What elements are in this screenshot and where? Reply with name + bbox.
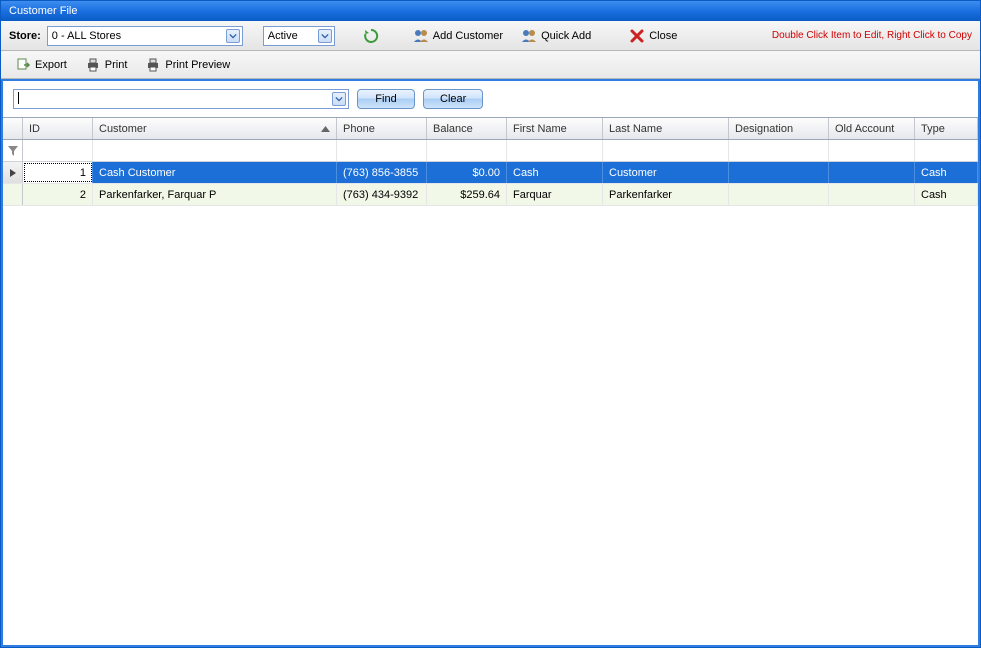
col-header-customer[interactable]: Customer [93, 118, 337, 139]
table-row[interactable]: 2 Parkenfarker, Farquar P (763) 434-9392… [3, 184, 978, 206]
chevron-down-icon [332, 92, 346, 106]
store-combo-value: 0 - ALL Stores [52, 30, 121, 42]
filter-old-account[interactable] [829, 140, 915, 161]
clear-button[interactable]: Clear [423, 89, 483, 109]
col-header-customer-label: Customer [99, 123, 147, 135]
add-customer-button[interactable]: Add Customer [407, 25, 509, 47]
print-button[interactable]: Print [79, 54, 134, 76]
titlebar: Customer File [1, 1, 980, 21]
col-header-old-account[interactable]: Old Account [829, 118, 915, 139]
cell-balance: $0.00 [427, 162, 507, 183]
col-header-type[interactable]: Type [915, 118, 978, 139]
grid-header-row: ID Customer Phone Balance First Name Las… [3, 118, 978, 140]
close-button[interactable]: Close [623, 25, 683, 47]
row-indicator [3, 184, 23, 205]
chevron-down-icon [318, 29, 332, 43]
grid-filter-row [3, 140, 978, 162]
cell-old-account [829, 184, 915, 205]
hint-text: Double Click Item to Edit, Right Click t… [772, 30, 972, 41]
cell-first-name: Cash [507, 162, 603, 183]
filter-last-name[interactable] [603, 140, 729, 161]
print-preview-label: Print Preview [165, 59, 230, 71]
store-label: Store: [9, 30, 41, 42]
col-header-first-name[interactable]: First Name [507, 118, 603, 139]
refresh-icon [363, 28, 379, 44]
col-header-designation[interactable]: Designation [729, 118, 829, 139]
export-toolbar: Export Print Print Preview [1, 51, 980, 79]
chevron-down-icon [226, 29, 240, 43]
status-combo[interactable]: Active [263, 26, 335, 46]
print-label: Print [105, 59, 128, 71]
cell-customer: Cash Customer [93, 162, 337, 183]
cell-last-name: Parkenfarker [603, 184, 729, 205]
col-header-last-name[interactable]: Last Name [603, 118, 729, 139]
row-indicator-icon [3, 162, 23, 183]
cell-type: Cash [915, 162, 978, 183]
export-label: Export [35, 59, 67, 71]
people-icon [521, 28, 537, 44]
sort-ascending-icon [321, 123, 330, 135]
window-title: Customer File [9, 5, 77, 17]
filter-icon[interactable] [3, 140, 23, 161]
printer-icon [85, 57, 101, 73]
filter-id[interactable] [23, 140, 93, 161]
cell-designation [729, 184, 829, 205]
cell-type: Cash [915, 184, 978, 205]
filter-balance[interactable] [427, 140, 507, 161]
store-combo[interactable]: 0 - ALL Stores [47, 26, 243, 46]
filter-customer[interactable] [93, 140, 337, 161]
content-panel: Find Clear ID Customer Phone Balance Fir… [1, 79, 980, 647]
cell-first-name: Farquar [507, 184, 603, 205]
table-row[interactable]: 1 Cash Customer (763) 856-3855 $0.00 Cas… [3, 162, 978, 184]
quick-add-label: Quick Add [541, 30, 591, 42]
cell-id: 1 [23, 162, 93, 183]
refresh-button[interactable] [357, 25, 385, 47]
search-combo[interactable] [13, 89, 349, 109]
cell-balance: $259.64 [427, 184, 507, 205]
cell-id: 2 [23, 184, 93, 205]
main-toolbar: Store: 0 - ALL Stores Active Add Custome [1, 21, 980, 51]
export-icon [15, 57, 31, 73]
grid-body: 1 Cash Customer (763) 856-3855 $0.00 Cas… [3, 162, 978, 206]
close-icon [629, 28, 645, 44]
cell-old-account [829, 162, 915, 183]
col-header-balance[interactable]: Balance [427, 118, 507, 139]
quick-add-button[interactable]: Quick Add [515, 25, 597, 47]
cell-designation [729, 162, 829, 183]
cell-customer: Parkenfarker, Farquar P [93, 184, 337, 205]
customer-grid: ID Customer Phone Balance First Name Las… [3, 117, 978, 206]
filter-first-name[interactable] [507, 140, 603, 161]
cell-phone: (763) 856-3855 [337, 162, 427, 183]
add-customer-label: Add Customer [433, 30, 503, 42]
search-bar: Find Clear [3, 81, 978, 117]
cell-phone: (763) 434-9392 [337, 184, 427, 205]
close-label: Close [649, 30, 677, 42]
customer-file-window: Customer File Store: 0 - ALL Stores Acti… [0, 0, 981, 648]
col-header-phone[interactable]: Phone [337, 118, 427, 139]
filter-designation[interactable] [729, 140, 829, 161]
filter-phone[interactable] [337, 140, 427, 161]
people-icon [413, 28, 429, 44]
search-value [18, 92, 19, 107]
status-combo-value: Active [268, 30, 298, 42]
filter-type[interactable] [915, 140, 978, 161]
col-header-id[interactable]: ID [23, 118, 93, 139]
print-preview-button[interactable]: Print Preview [139, 54, 236, 76]
export-button[interactable]: Export [9, 54, 73, 76]
printer-icon [145, 57, 161, 73]
row-indicator-header [3, 118, 23, 139]
cell-last-name: Customer [603, 162, 729, 183]
find-button[interactable]: Find [357, 89, 415, 109]
